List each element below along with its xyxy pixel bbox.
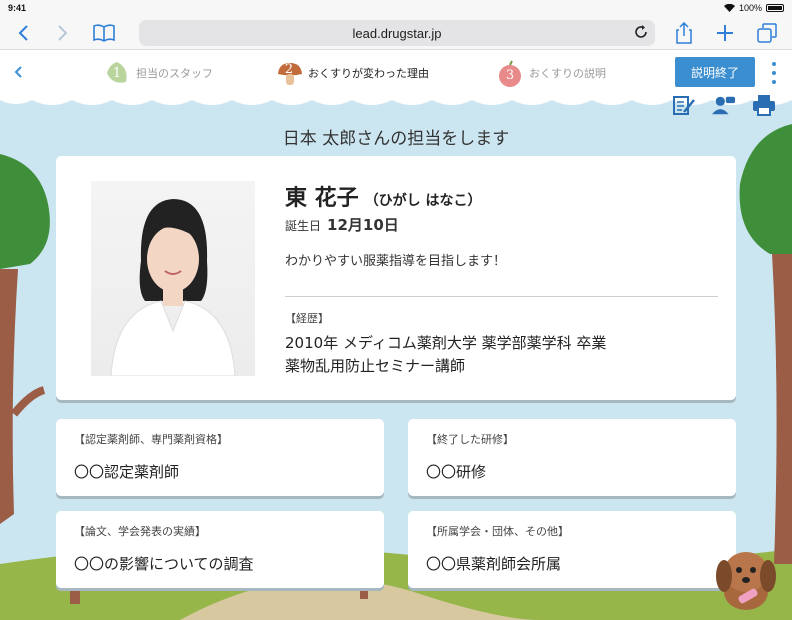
qualification-label: 【認定薬剤師、専門薬剤資格】 xyxy=(74,433,228,446)
qualification-card: 【認定薬剤師、専門薬剤資格】 〇〇認定薬剤師 xyxy=(56,419,384,496)
step-2[interactable]: 2 おくすりが変わった理由 xyxy=(276,60,429,86)
step-navigation: 1 担当のスタッフ 2 おくすりが変わった理由 3 おくすりの説明 説明終了 xyxy=(0,50,792,94)
edit-notes-icon[interactable] xyxy=(672,94,696,116)
user-chat-icon[interactable] xyxy=(712,94,736,116)
new-tab-icon[interactable] xyxy=(712,20,738,46)
apple-icon: 3 xyxy=(497,60,523,87)
step-3[interactable]: 3 おくすりの説明 xyxy=(497,60,606,87)
status-time: 9:41 xyxy=(8,3,27,13)
staff-profile-card: 東 花子 （ひがし はなこ） 誕生日 12月10日 わかりやすい服薬指導を目指します… xyxy=(56,156,736,400)
birthday-label: 誕生日 xyxy=(285,219,322,233)
publications-label: 【論文、学会発表の実績】 xyxy=(74,525,206,538)
staff-photo xyxy=(91,181,255,376)
step-3-label: おくすりの説明 xyxy=(529,67,606,80)
scene-background: 日本 太郎さんの担当をします 東 花子 （ひがし はなこ） 誕生日 12月10日 わ… xyxy=(0,94,792,620)
battery-icon xyxy=(766,4,784,12)
qualification-value: 〇〇認定薬剤師 xyxy=(74,463,180,481)
end-explanation-button[interactable]: 説明終了 xyxy=(675,57,755,87)
affiliation-label: 【所属学会・団体、その他】 xyxy=(426,525,569,538)
step-1[interactable]: 1 担当のスタッフ xyxy=(104,60,213,86)
bookmarks-icon[interactable] xyxy=(91,20,117,46)
more-menu-icon[interactable] xyxy=(770,62,778,84)
browser-toolbar: lead.drugstar.jp xyxy=(0,16,792,50)
training-value: 〇〇研修 xyxy=(426,463,487,481)
url-bar[interactable]: lead.drugstar.jp xyxy=(139,20,655,46)
leaf-icon: 1 xyxy=(104,60,130,86)
divider xyxy=(285,296,718,297)
reload-icon[interactable] xyxy=(633,24,649,40)
step-3-number: 3 xyxy=(505,67,515,83)
training-card: 【終了した研修】 〇〇研修 xyxy=(408,419,736,496)
back-icon[interactable] xyxy=(10,20,36,46)
career-line-2: 薬物乱用防止セミナー講師 xyxy=(285,357,466,375)
birthday-value: 12月10日 xyxy=(327,216,399,234)
wifi-icon xyxy=(723,4,735,12)
publications-value: 〇〇の影響についての調査 xyxy=(74,555,254,573)
battery-percent: 100% xyxy=(738,3,762,13)
step-1-number: 1 xyxy=(112,65,122,81)
tool-icons xyxy=(672,94,776,116)
dog-mascot-icon[interactable] xyxy=(712,542,780,612)
print-icon[interactable] xyxy=(752,94,776,116)
affiliation-card: 【所属学会・団体、その他】 〇〇県薬剤師会所属 xyxy=(408,511,736,588)
status-right: 100% xyxy=(723,3,784,13)
page-title: 日本 太郎さんの担当をします xyxy=(282,129,510,149)
staff-message: わかりやすい服薬指導を目指します！ xyxy=(285,254,507,269)
career-text: 2010年 メディコム薬剤大学 薬学部薬学科 卒業 薬物乱用防止セミナー講師 xyxy=(285,332,606,378)
affiliation-value: 〇〇県薬剤師会所属 xyxy=(426,555,562,573)
publications-card: 【論文、学会発表の実績】 〇〇の影響についての調査 xyxy=(56,511,384,588)
forward-icon[interactable] xyxy=(50,20,76,46)
career-line-1: 2010年 メディコム薬剤大学 薬学部薬学科 卒業 xyxy=(285,334,607,352)
staff-name-kana: （ひがし はなこ） xyxy=(364,193,482,209)
tabs-icon[interactable] xyxy=(754,20,780,46)
mushroom-icon: 2 xyxy=(276,60,302,86)
training-label: 【終了した研修】 xyxy=(426,433,514,446)
step-2-label: おくすりが変わった理由 xyxy=(308,67,429,80)
staff-name: 東 花子 （ひがし はなこ） xyxy=(285,180,482,212)
status-bar: 9:41 100% xyxy=(0,0,792,16)
nav-back-icon[interactable] xyxy=(14,65,24,79)
staff-name-text: 東 花子 xyxy=(285,186,359,211)
step-2-number: 2 xyxy=(284,61,294,77)
url-text: lead.drugstar.jp xyxy=(352,25,442,41)
career-label: 【経歴】 xyxy=(285,312,329,325)
share-icon[interactable] xyxy=(671,20,697,46)
birthday: 誕生日 12月10日 xyxy=(285,214,399,235)
step-1-label: 担当のスタッフ xyxy=(136,67,213,80)
